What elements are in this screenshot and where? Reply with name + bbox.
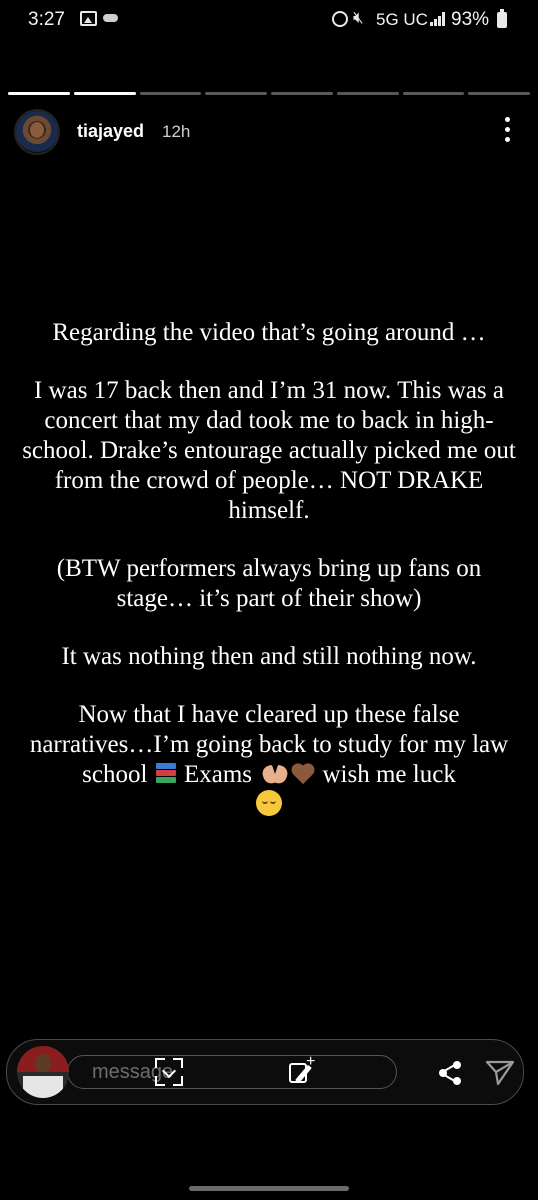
send-icon[interactable] <box>485 1058 515 1086</box>
status-time: 3:27 <box>28 9 65 30</box>
username[interactable]: tiajayed <box>77 121 144 142</box>
scan-icon[interactable] <box>153 1056 185 1088</box>
shared-post-thumbnail[interactable] <box>17 1046 69 1098</box>
story-text-segment: wish me luck <box>322 761 456 788</box>
signal-icon <box>430 12 446 26</box>
relieved-face-emoji <box>256 790 282 816</box>
story-action-bar: + <box>6 1039 524 1105</box>
story-paragraph: I was 17 back then and I’m 31 now. This … <box>22 377 516 524</box>
brown-heart-emoji <box>290 762 316 786</box>
story-progress-segment <box>468 92 530 95</box>
battery-percent: 93% <box>451 9 490 30</box>
story-paragraph: Regarding the video that’s going around … <box>52 319 486 346</box>
story-progress-segment <box>73 92 136 95</box>
story-progress-segment <box>336 92 399 95</box>
message-input[interactable] <box>67 1055 397 1089</box>
alarm-icon <box>332 11 348 27</box>
home-indicator[interactable] <box>189 1186 349 1191</box>
status-bar: 3:27 🔇︎ 5G UC 93% <box>0 0 538 40</box>
story-progress-segment <box>402 92 465 95</box>
post-time: 12h <box>162 122 191 141</box>
gallery-icon <box>80 11 97 26</box>
story-paragraph: (BTW performers always bring up fans on … <box>56 555 482 612</box>
heart-hands-emoji <box>260 764 290 786</box>
books-emoji <box>154 762 178 786</box>
story-paragraph: It was nothing then and still nothing no… <box>61 643 477 670</box>
story-header: tiajayed 12h <box>16 111 522 155</box>
mute-icon: 🔇︎ <box>353 8 364 27</box>
battery-icon <box>497 9 507 28</box>
story-progress-segment <box>8 92 70 95</box>
edit-sticker-icon[interactable]: + <box>287 1054 319 1088</box>
story-progress-segment <box>205 92 267 95</box>
share-icon[interactable] <box>433 1055 465 1089</box>
cloud-icon <box>103 14 118 22</box>
story-progress-bar <box>8 92 530 95</box>
story-paragraph: Now that I have cleared up these false n… <box>18 700 520 820</box>
more-vertical-icon[interactable] <box>503 117 511 143</box>
story-text-segment: Exams <box>183 761 252 788</box>
story-progress-segment <box>139 92 202 95</box>
avatar[interactable] <box>16 111 58 153</box>
story-progress-segment <box>271 92 333 95</box>
network-label: 5G UC <box>376 10 428 29</box>
story-text: Regarding the video that’s going around … <box>18 318 520 820</box>
